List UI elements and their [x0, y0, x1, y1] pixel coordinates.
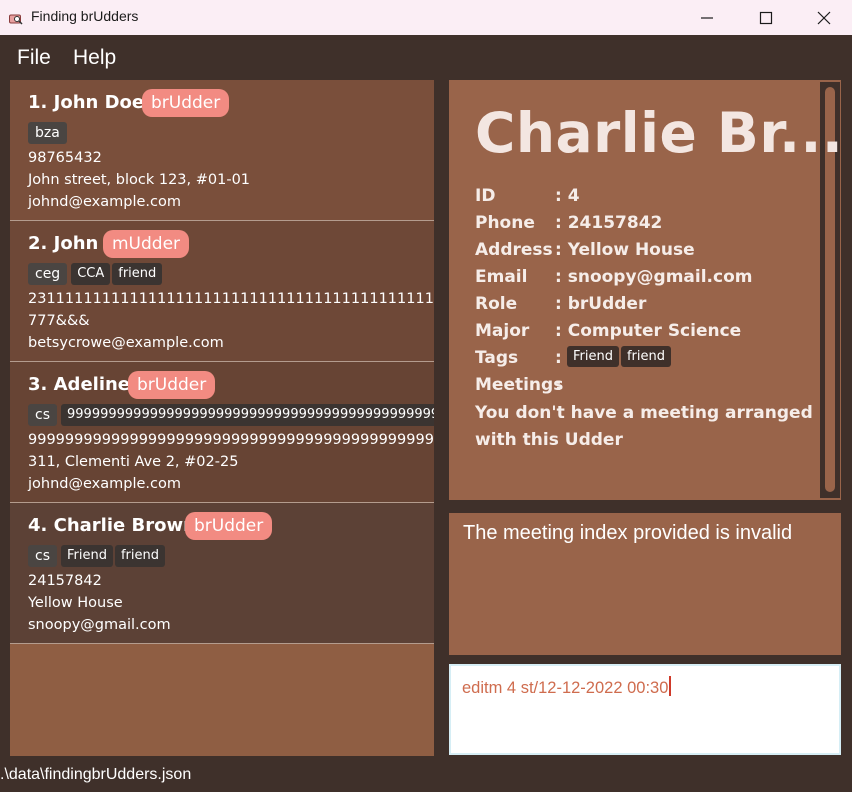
menu-bar: File Help	[0, 35, 852, 80]
person-email: johnd@example.com	[28, 194, 181, 210]
major-tag: ceg	[28, 263, 68, 285]
tag: 9999999999999999999999999999999999999999…	[61, 404, 434, 426]
person-name: 4. Charlie Brown	[28, 515, 196, 536]
app-icon	[9, 10, 23, 25]
tag: friend	[112, 263, 163, 285]
tag-list: ceg CCA friend	[28, 263, 164, 285]
role-badge: brUdder	[185, 512, 273, 540]
detail-value-id: : 4	[555, 186, 580, 206]
detail-label-tags: Tags	[475, 348, 519, 368]
person-card[interactable]: 4. Charlie Brown brUdder cs Friend friend …	[10, 503, 434, 644]
detail-label-address: Address	[475, 240, 553, 260]
detail-value-tags: :	[555, 348, 562, 368]
tag-list: bza	[28, 122, 71, 144]
person-address: John street, block 123, #01-01	[28, 172, 251, 188]
status-file-path: .\data\findingbrUdders.json	[0, 766, 192, 783]
command-input[interactable]: editm 4 st/12-12-2022 00:30	[462, 676, 671, 698]
tag-list: cs Friend friend	[28, 545, 167, 567]
person-phone: 9999999999999999999999999999999999999999…	[28, 432, 434, 448]
window-title: Finding brUdders	[31, 8, 139, 24]
detail-value-email: : snoopy@gmail.com	[555, 267, 753, 287]
detail-value-meetings: :	[555, 375, 562, 395]
minimize-icon	[701, 17, 713, 19]
person-phone: 2311111111111111111111111111111111111111…	[28, 291, 434, 307]
meeting-message: You don't have a meeting arranged with t…	[475, 403, 813, 450]
person-email: betsycrowe@example.com	[28, 335, 224, 351]
tag-list: cs 99999999999999999999999999999999999999…	[28, 404, 434, 426]
detail-label-meetings: Meetings	[475, 375, 564, 395]
tag: Friend	[567, 346, 619, 367]
detail-label-phone: Phone	[475, 213, 535, 233]
person-address: Yellow House	[28, 595, 123, 611]
person-name: 3. Adeline	[28, 374, 131, 395]
detail-value-major: : Computer Science	[555, 321, 742, 341]
person-list[interactable]: 1. John Doe brUdder bza 98765432 John st…	[10, 80, 434, 756]
person-phone: 24157842	[28, 573, 102, 589]
person-email: johnd@example.com	[28, 476, 181, 492]
person-card[interactable]: 3. Adeline brUdder cs 9999999999999999999…	[10, 362, 434, 503]
close-button[interactable]	[795, 0, 852, 35]
person-card[interactable]: 2. John mUdder ceg CCA friend 231111111111…	[10, 221, 434, 362]
menu-help[interactable]: Help	[73, 46, 116, 70]
person-name: 1. John Doe	[28, 92, 145, 113]
maximize-button[interactable]	[737, 0, 795, 35]
person-name: 2. John	[28, 233, 99, 254]
close-icon	[817, 11, 831, 25]
text-caret	[669, 676, 671, 696]
detail-value-role: : brUdder	[555, 294, 647, 314]
tag: Friend	[61, 545, 113, 567]
role-badge: brUdder	[128, 371, 216, 399]
detail-name: Charlie Br...	[475, 101, 844, 165]
role-badge: brUdder	[142, 89, 230, 117]
detail-label-role: Role	[475, 294, 518, 314]
major-tag: cs	[28, 545, 57, 567]
result-message: The meeting index provided is invalid	[463, 522, 793, 544]
person-email: snoopy@gmail.com	[28, 617, 171, 633]
role-badge: mUdder	[103, 230, 190, 258]
detail-tag-list: Friend friend	[567, 346, 673, 367]
detail-value-address: : Yellow House	[555, 240, 695, 260]
detail-label-major: Major	[475, 321, 530, 341]
major-tag: bza	[28, 122, 67, 144]
tag: CCA	[71, 263, 111, 285]
detail-value-phone: : 24157842	[555, 213, 663, 233]
person-phone: 98765432	[28, 150, 102, 166]
person-address: 777&&&	[28, 313, 90, 329]
detail-label-email: Email	[475, 267, 528, 287]
menu-file[interactable]: File	[17, 46, 51, 70]
tag: friend	[114, 545, 166, 567]
tag: friend	[620, 346, 672, 367]
person-card[interactable]: 1. John Doe brUdder bza 98765432 John st…	[10, 80, 434, 221]
title-bar: Finding brUdders	[0, 0, 852, 35]
major-tag: cs	[28, 404, 57, 426]
person-address: 311, Clementi Ave 2, #02-25	[28, 454, 239, 470]
minimize-button[interactable]	[678, 0, 736, 35]
command-input-value: editm 4 st/12-12-2022 00:30	[462, 679, 669, 697]
detail-label-id: ID	[475, 186, 496, 206]
maximize-icon	[759, 11, 773, 25]
